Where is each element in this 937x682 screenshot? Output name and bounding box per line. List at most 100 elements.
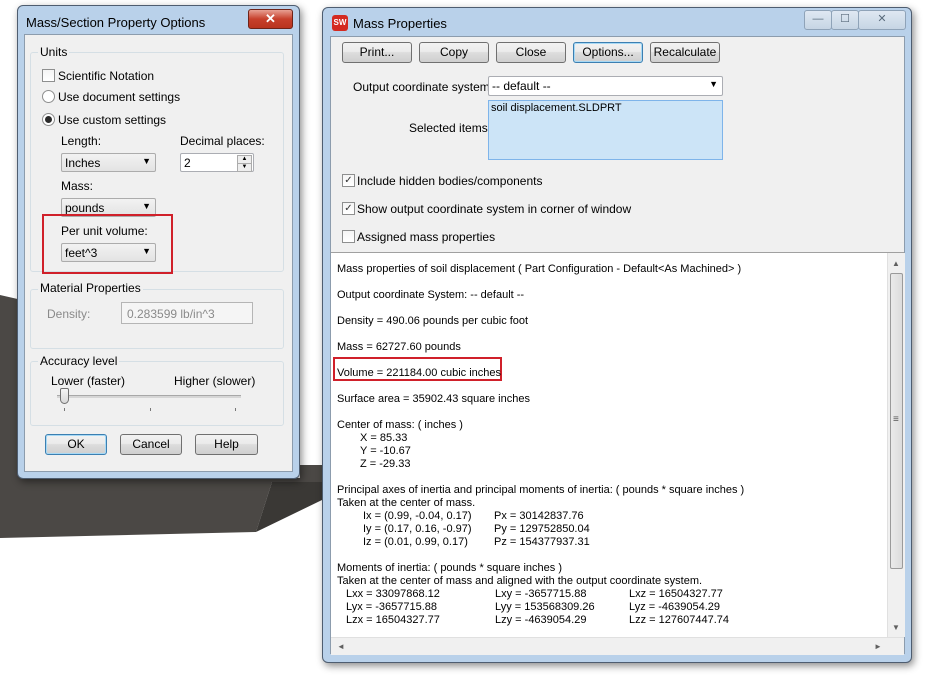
results-header: Mass properties of soil displacement ( P… [337, 263, 742, 275]
slider-tick [64, 408, 65, 411]
close-icon: ✕ [877, 13, 887, 25]
length-value: Inches [65, 156, 101, 170]
units-group-label: Units [38, 45, 70, 59]
accuracy-lower-label: Lower (faster) [51, 374, 126, 388]
minimize-icon: — [812, 13, 824, 25]
maximize-button[interactable]: ☐ [831, 10, 859, 30]
solidworks-app-icon: SW [332, 15, 348, 31]
assigned-mass-label: Assigned mass properties [357, 230, 496, 244]
app-icon-text: SW [333, 18, 347, 27]
show-output-cs-label: Show output coordinate system in corner … [357, 202, 632, 216]
material-properties-label: Material Properties [38, 281, 143, 295]
decimal-places-value: 2 [184, 156, 191, 170]
results-volume: Volume = 221184.00 cubic inches [337, 367, 501, 379]
include-hidden-label: Include hidden bodies/components [357, 174, 543, 188]
ok-button[interactable]: OK [45, 434, 107, 455]
results-mass: Mass = 62727.60 pounds [337, 341, 461, 353]
options-button[interactable]: Options... [573, 42, 643, 63]
mass-properties-results[interactable]: Mass properties of soil displacement ( P… [331, 252, 905, 655]
radio-selected-dot [45, 116, 52, 123]
selected-item[interactable]: soil displacement.SLDPRT [491, 102, 622, 114]
close-button[interactable]: Close [496, 42, 566, 63]
slider-tick [150, 408, 151, 411]
results-output-cs: Output coordinate System: -- default -- [337, 289, 525, 301]
results-lxz: Lxz = 16504327.77 [629, 588, 723, 600]
results-center-of-mass-title: Center of mass: ( inches ) [337, 419, 463, 431]
results-ix: Ix = (0.99, -0.04, 0.17) [363, 510, 472, 522]
scroll-down-icon[interactable]: ▼ [892, 623, 900, 632]
options-dialog-body: Units Scientific Notation Use document s… [24, 34, 293, 472]
cancel-button[interactable]: Cancel [120, 434, 182, 455]
results-lyz: Lyz = -4639054.29 [629, 601, 721, 613]
results-com-z: Z = -29.33 [360, 458, 411, 470]
decimal-places-spinner[interactable]: 2 ▲ ▼ [180, 153, 254, 172]
close-icon: ✕ [265, 11, 276, 26]
scroll-grip-icon: ≡ [893, 414, 899, 425]
results-principal-title: Principal axes of inertia and principal … [337, 484, 745, 496]
results-lxx: Lxx = 33097868.12 [346, 588, 440, 600]
use-custom-settings-radio[interactable] [42, 113, 55, 126]
chevron-down-icon: ▼ [142, 156, 151, 166]
results-lyy: Lyy = 153568309.26 [495, 601, 595, 613]
scientific-notation-checkbox[interactable] [42, 69, 55, 82]
results-principal-taken: Taken at the center of mass. [337, 497, 476, 509]
density-field: 0.283599 lb/in^3 [121, 302, 253, 324]
mass-properties-window: SW Mass Properties — ☐ ✕ Print... Copy C… [322, 7, 912, 663]
recalculate-button[interactable]: Recalculate [650, 42, 720, 63]
mass-label: Mass: [61, 179, 94, 193]
options-close-button[interactable]: ✕ [248, 9, 293, 29]
per-unit-volume-label: Per unit volume: [61, 224, 148, 238]
help-button[interactable]: Help [195, 434, 258, 455]
show-output-cs-checkbox[interactable]: ✓ [342, 202, 355, 215]
selected-items-list[interactable]: soil displacement.SLDPRT [488, 100, 723, 160]
results-com-y: Y = -10.67 [360, 445, 411, 457]
results-pz: Pz = 154377937.31 [494, 536, 590, 548]
mass-section-options-dialog: Mass/Section Property Options ✕ Units Sc… [17, 5, 300, 479]
output-coordinate-system-dropdown[interactable]: -- default -- ▼ [488, 76, 723, 96]
accuracy-level-label: Accuracy level [38, 354, 120, 368]
assigned-mass-checkbox[interactable] [342, 230, 355, 243]
print-button[interactable]: Print... [342, 42, 412, 63]
window-close-button[interactable]: ✕ [858, 10, 906, 30]
results-iy: Iy = (0.17, 0.16, -0.97) [363, 523, 472, 535]
density-label: Density: [47, 307, 91, 321]
accuracy-slider-track[interactable] [57, 395, 241, 398]
length-dropdown[interactable]: Inches ▼ [61, 153, 156, 172]
decimal-places-label: Decimal places: [180, 134, 265, 148]
accuracy-slider-thumb[interactable] [60, 388, 69, 404]
per-unit-volume-dropdown[interactable]: feet^3 ▼ [61, 243, 156, 262]
results-lzx: Lzx = 16504327.77 [346, 614, 440, 626]
results-py: Py = 129752850.04 [494, 523, 590, 535]
scroll-left-icon[interactable]: ◄ [337, 642, 345, 651]
scientific-notation-label: Scientific Notation [58, 69, 155, 83]
mass-value: pounds [65, 201, 105, 215]
copy-button[interactable]: Copy [419, 42, 489, 63]
output-coordinate-system-value: -- default -- [492, 79, 551, 93]
scroll-up-icon[interactable]: ▲ [892, 259, 900, 268]
selected-items-label: Selected items: [409, 121, 492, 135]
results-moments-taken: Taken at the center of mass and aligned … [337, 575, 703, 587]
results-density: Density = 490.06 pounds per cubic foot [337, 315, 529, 327]
results-lzy: Lzy = -4639054.29 [495, 614, 587, 626]
use-custom-settings-label: Use custom settings [58, 113, 167, 127]
output-coordinate-system-label: Output coordinate system: [353, 80, 494, 94]
use-document-settings-radio[interactable] [42, 90, 55, 103]
results-lxy: Lxy = -3657715.88 [495, 588, 587, 600]
minimize-button[interactable]: — [804, 10, 832, 30]
per-unit-volume-value: feet^3 [65, 246, 98, 260]
mass-properties-title: Mass Properties [353, 16, 447, 31]
results-com-x: X = 85.33 [360, 432, 408, 444]
include-hidden-checkbox[interactable]: ✓ [342, 174, 355, 187]
results-horizontal-scrollbar[interactable]: ◄ ► [331, 637, 904, 655]
options-dialog-title: Mass/Section Property Options [26, 15, 206, 30]
maximize-icon: ☐ [840, 13, 850, 25]
results-vertical-scrollbar[interactable]: ▲ ≡ ▼ [887, 253, 905, 637]
mass-properties-body: Print... Copy Close Options... Recalcula… [330, 36, 905, 655]
accuracy-higher-label: Higher (slower) [174, 374, 256, 388]
length-label: Length: [61, 134, 102, 148]
vertical-scroll-thumb[interactable]: ≡ [890, 273, 903, 569]
spinner-down-icon[interactable]: ▼ [237, 163, 252, 172]
density-value: 0.283599 lb/in^3 [127, 307, 215, 321]
scroll-right-icon[interactable]: ► [874, 642, 882, 651]
results-moments-title: Moments of inertia: ( pounds * square in… [337, 562, 563, 574]
